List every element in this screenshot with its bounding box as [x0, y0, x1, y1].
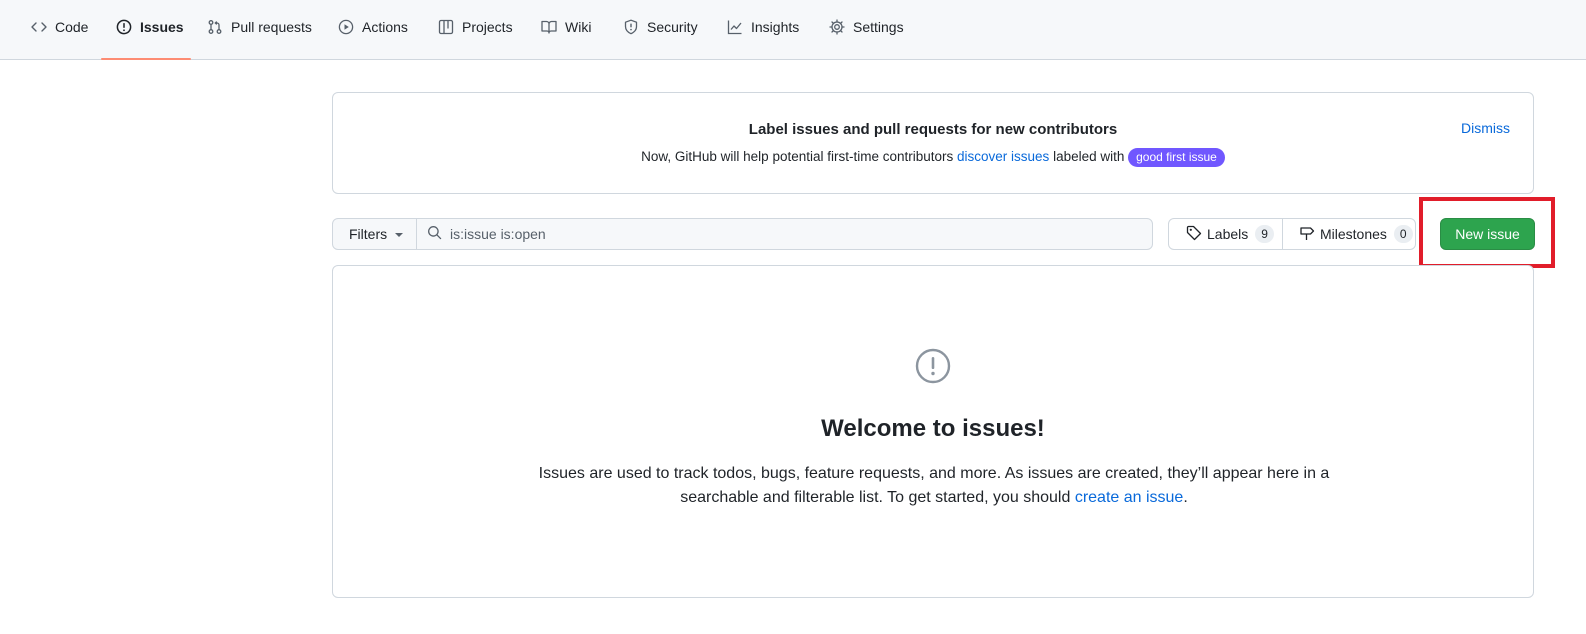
milestones-count: 0 [1393, 225, 1413, 243]
banner-text: Now, GitHub will help potential first-ti… [333, 148, 1533, 167]
tab-label: Code [55, 19, 89, 35]
blankslate-text-end: . [1183, 489, 1188, 506]
issue-search [416, 218, 1153, 250]
tab-label: Settings [853, 19, 904, 35]
table-icon [438, 19, 454, 35]
repo-nav: Code Issues Pull requests Actions Projec… [0, 0, 1586, 60]
tab-label: Issues [140, 19, 184, 35]
issue-opened-icon [915, 348, 951, 384]
tab-label: Actions [362, 19, 408, 35]
tab-code[interactable]: Code [31, 18, 88, 60]
play-icon [338, 19, 354, 35]
create-issue-link[interactable]: create an issue [1075, 489, 1184, 506]
tab-label: Wiki [565, 19, 592, 35]
tab-actions[interactable]: Actions [338, 18, 408, 60]
search-icon [427, 225, 442, 243]
tab-insights[interactable]: Insights [727, 18, 799, 60]
new-issue-button[interactable]: New issue [1440, 218, 1535, 250]
labels-count: 9 [1255, 225, 1274, 243]
tab-issues[interactable]: Issues [116, 18, 184, 60]
search-input[interactable] [450, 226, 1130, 242]
selected-tab-underline [101, 58, 191, 60]
tab-security[interactable]: Security [623, 18, 698, 60]
new-contributors-banner: Label issues and pull requests for new c… [332, 92, 1534, 194]
tab-settings[interactable]: Settings [829, 18, 904, 60]
blankslate-description: Issues are used to track todos, bugs, fe… [533, 462, 1335, 510]
shield-icon [623, 19, 639, 35]
discover-issues-link[interactable]: discover issues [957, 149, 1049, 164]
issue-opened-icon [116, 19, 132, 35]
filters-label: Filters [349, 226, 388, 242]
labels-label: Labels [1207, 226, 1249, 242]
blankslate-text: Issues are used to track todos, bugs, fe… [538, 465, 1330, 506]
banner-text-middle: labeled with [1049, 149, 1129, 165]
tab-wiki[interactable]: Wiki [541, 18, 591, 60]
tab-label: Pull requests [231, 19, 312, 35]
banner-title: Label issues and pull requests for new c… [748, 121, 1118, 138]
good-first-issue-badge: good first issue [1128, 148, 1225, 167]
gear-icon [829, 19, 845, 35]
milestone-icon [1299, 225, 1315, 244]
book-icon [541, 19, 557, 35]
tab-label: Insights [751, 19, 800, 35]
tab-projects[interactable]: Projects [438, 18, 513, 60]
milestones-label: Milestones [1320, 226, 1387, 242]
issues-blankslate: Welcome to issues! Issues are used to tr… [332, 265, 1534, 598]
tab-label: Security [647, 19, 698, 35]
labels-button[interactable]: Labels 9 [1168, 218, 1283, 250]
tab-pull-requests[interactable]: Pull requests [207, 18, 312, 60]
git-pull-request-icon [207, 19, 223, 35]
tab-label: Projects [462, 19, 513, 35]
milestones-button[interactable]: Milestones 0 [1282, 218, 1416, 250]
tag-icon [1186, 225, 1202, 244]
blankslate-title: Welcome to issues! [821, 415, 1045, 442]
dismiss-button[interactable]: Dismiss [1461, 120, 1510, 136]
caret-down-icon [395, 233, 404, 237]
filters-dropdown[interactable]: Filters [332, 218, 417, 250]
banner-text-start: Now, GitHub will help potential first-ti… [641, 149, 958, 165]
graph-icon [727, 19, 743, 35]
code-icon [31, 19, 47, 35]
